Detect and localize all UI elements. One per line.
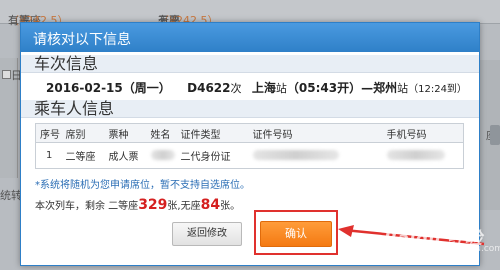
passenger-section-title: 乘车人信息 bbox=[21, 100, 479, 118]
dialog-title: 请核对以下信息 bbox=[21, 23, 479, 52]
bg-side-text-2: 统转 bbox=[0, 189, 22, 202]
cell-phone-blurred bbox=[382, 142, 464, 169]
col-name: 姓名 bbox=[146, 123, 177, 143]
depart-time: （05:43开） bbox=[286, 81, 362, 95]
seat-note: *系统将随机为您申请席位，暂不支持自选席位。 bbox=[35, 180, 250, 191]
cell-ticket-type: 成人票 bbox=[104, 142, 147, 169]
to-station: 郑州 bbox=[373, 81, 398, 95]
train-section-title: 车次信息 bbox=[21, 55, 479, 73]
no-seat-count: 84 bbox=[200, 197, 221, 213]
table-row: 1 二等座 成人票 二代身份证 bbox=[35, 142, 464, 169]
remaining-tickets: 本次列车，剩余 二等座329张,无座84张。 bbox=[35, 197, 241, 213]
col-id-type: 证件类型 bbox=[176, 123, 249, 143]
col-seat-class: 席别 bbox=[61, 123, 105, 143]
col-ticket-type: 票种 bbox=[104, 123, 147, 143]
confirm-button[interactable]: 确认 bbox=[260, 221, 332, 247]
arrow-head bbox=[338, 225, 354, 237]
cell-id-number-blurred bbox=[248, 142, 383, 169]
passenger-table: 序号 席别 票种 姓名 证件类型 证件号码 手机号码 1 二等座 成人票 二代身… bbox=[35, 123, 464, 169]
table-header-row: 序号 席别 票种 姓名 证件类型 证件号码 手机号码 bbox=[35, 123, 464, 143]
back-edit-button[interactable]: 返回修改 bbox=[172, 222, 242, 246]
from-station: 上海 bbox=[251, 81, 276, 95]
travel-date: 2016-02-15（周一） bbox=[46, 81, 171, 95]
dialog-body: 车次信息 2016-02-15（周一） D4622次 上海站（05:43开）—郑… bbox=[21, 55, 479, 213]
col-id-number: 证件号码 bbox=[248, 123, 383, 143]
cell-id-type: 二代身份证 bbox=[176, 142, 249, 169]
arrive-time: （12:24到） bbox=[408, 84, 467, 95]
background-checkbox bbox=[2, 70, 11, 79]
cell-name-blurred bbox=[146, 142, 177, 169]
col-phone: 手机号码 bbox=[382, 123, 464, 143]
second-class-count: 329 bbox=[138, 197, 168, 213]
background-ticket-bar: 二等座 （¥242.5） 有票 无座 （¥242.5） 有票 bbox=[0, 0, 500, 27]
train-number: D4622 bbox=[187, 81, 231, 95]
blurred-phone bbox=[386, 150, 445, 160]
blurred-id-number bbox=[252, 150, 339, 160]
cell-seat-class: 二等座 bbox=[61, 142, 105, 169]
col-index: 序号 bbox=[35, 123, 62, 143]
cell-index: 1 bbox=[35, 142, 62, 169]
background-scroll-handle bbox=[490, 125, 500, 145]
watermark-url: jingyan.baidu.com bbox=[420, 244, 500, 254]
train-info-line: 2016-02-15（周一） D4622次 上海站（05:43开）—郑州站（12… bbox=[46, 81, 467, 95]
blurred-name bbox=[150, 150, 175, 160]
